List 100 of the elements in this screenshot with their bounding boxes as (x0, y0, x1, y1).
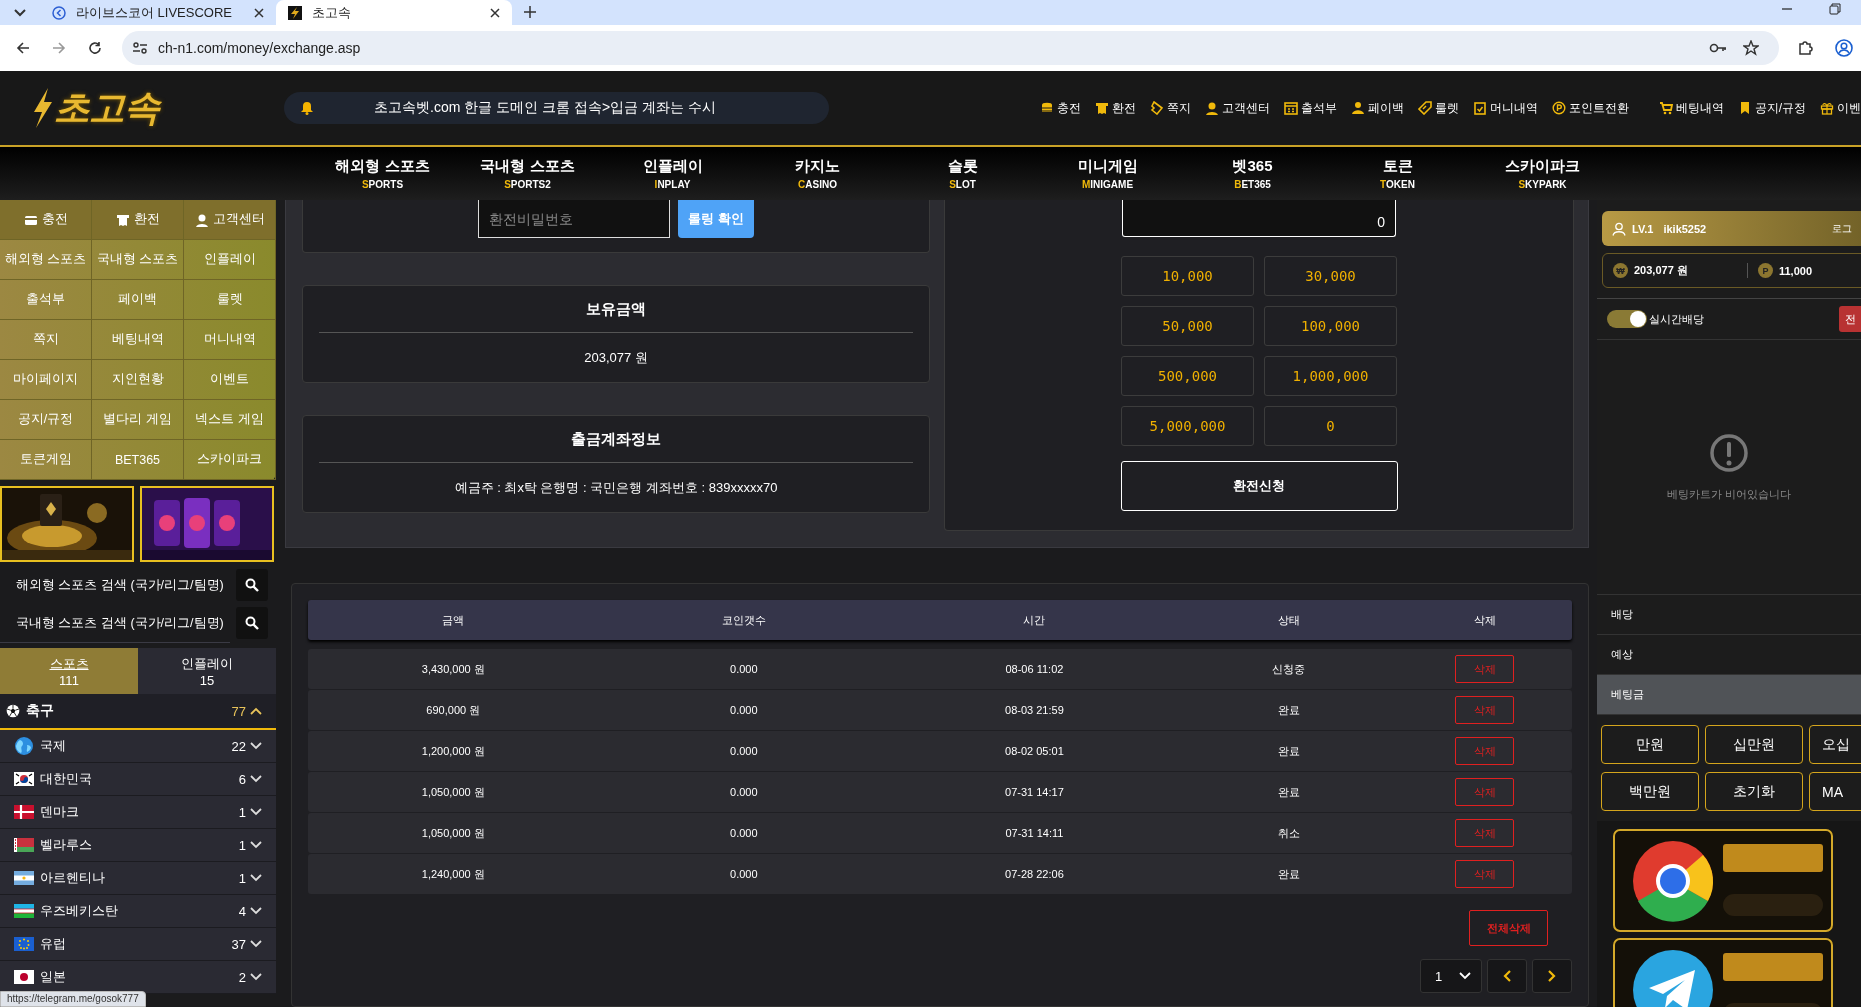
stake-button[interactable]: 백만원 (1601, 772, 1699, 811)
address-bar[interactable]: ch-n1.com/money/exchange.asp (122, 31, 1779, 65)
header-link[interactable]: 머니내역 (1472, 99, 1538, 117)
stake-button[interactable]: 십만원 (1705, 725, 1803, 764)
menu-button[interactable]: 지인현황 (92, 360, 184, 400)
page-select[interactable]: 1 (1420, 959, 1482, 993)
search-field[interactable]: 국내형 스포츠 검색 (국가/리그/팀명) (0, 603, 230, 643)
star-icon[interactable] (1743, 40, 1759, 56)
stake-button[interactable]: 오십 (1809, 725, 1861, 764)
amount-button[interactable]: 1,000,000 (1264, 356, 1397, 396)
league-item[interactable]: 일본 2 (0, 961, 276, 994)
header-link[interactable]: 고객센터 (1204, 99, 1270, 117)
header-link[interactable]: 이벤 (1820, 99, 1861, 117)
profile-icon[interactable] (1835, 39, 1853, 57)
next-page-button[interactable] (1532, 959, 1572, 993)
league-item[interactable]: 국제 22 (0, 730, 276, 763)
nav-item[interactable]: 벳365 BET365 (1180, 157, 1325, 190)
close-icon[interactable] (254, 7, 264, 18)
menu-button[interactable]: 국내형 스포츠 (92, 240, 184, 280)
exchange-request-button[interactable]: 환전신청 (1120, 461, 1398, 511)
header-link[interactable]: 환전 (1094, 99, 1136, 117)
header-link[interactable]: 페이백 (1350, 99, 1404, 117)
nav-item[interactable]: 슬롯 SLOT (890, 157, 1035, 190)
nav-item[interactable]: 인플레이 INPLAY (600, 157, 745, 190)
new-tab-icon[interactable] (524, 6, 536, 18)
logo[interactable]: 초고속 (32, 83, 232, 133)
menu-button[interactable]: 마이페이지 (0, 360, 92, 400)
menu-button[interactable]: 별다리 게임 (92, 400, 184, 440)
header-link[interactable]: 포인트전환 (1551, 99, 1629, 117)
menu-button[interactable]: 쪽지 (0, 320, 92, 360)
amount-button[interactable]: 50,000 (1121, 306, 1254, 346)
header-link[interactable]: 쪽지 (1149, 99, 1191, 117)
sports-tab[interactable]: 스포츠 111 (0, 648, 138, 694)
table-cell-text: 취소 (1276, 825, 1301, 841)
nav-item[interactable]: 해외형 스포츠 SPORTS (310, 157, 455, 190)
key-icon[interactable] (1709, 42, 1727, 54)
stake-button[interactable]: 만원 (1601, 725, 1699, 764)
soccer-ball-icon (6, 704, 20, 718)
amount-button[interactable]: 100,000 (1264, 306, 1397, 346)
browser-tab[interactable]: 라이브스코어 LIVESCORE (40, 0, 276, 25)
amount-button[interactable]: 5,000,000 (1121, 406, 1254, 446)
previous-page-button[interactable] (1487, 959, 1527, 993)
back-icon[interactable] (16, 41, 30, 55)
close-icon[interactable] (490, 7, 500, 18)
nav-item[interactable]: 국내형 스포츠 SPORTS2 (455, 157, 600, 190)
password-field[interactable]: 환전비밀번호 (478, 200, 671, 238)
toggle-switch[interactable] (1607, 310, 1647, 328)
dropdown-icon[interactable] (14, 9, 26, 17)
amount-button[interactable]: 0 (1264, 406, 1397, 446)
sports-tab[interactable]: 인플레이 15 (138, 648, 276, 694)
menu-button[interactable]: 베팅내역 (92, 320, 184, 360)
header-link[interactable]: 공지/규정 (1737, 99, 1806, 117)
menu-button[interactable]: 해외형 스포츠 (0, 240, 92, 280)
header-link[interactable]: 베팅내역 (1658, 99, 1724, 117)
menu-button[interactable]: 이벤트 (184, 360, 276, 400)
amount-button[interactable]: 30,000 (1264, 256, 1397, 296)
nav-item[interactable]: 미니게임 MINIGAME (1035, 157, 1180, 190)
sport-header[interactable]: 축구 77 (0, 694, 276, 730)
league-item[interactable]: 덴마크 1 (0, 796, 276, 829)
league-item[interactable]: 벨라루스 1 (0, 829, 276, 862)
nav-item[interactable]: 스카이파크 SKYPARK (1470, 157, 1615, 190)
delete-all-button[interactable]: 전체삭제 (1469, 910, 1548, 946)
browser-tab[interactable]: 초고속 (276, 0, 512, 25)
nav-item[interactable]: 토큰 TOKEN (1325, 157, 1470, 190)
nav-item[interactable]: 카지노 CASINO (745, 157, 890, 190)
header-link[interactable]: 룰렛 (1417, 99, 1459, 117)
stake-button[interactable]: 초기화 (1705, 772, 1803, 811)
table-cell-text: 0.000 (729, 786, 759, 798)
menu-button[interactable]: 환전 (92, 200, 184, 240)
league-item[interactable]: 대한민국 6 (0, 763, 276, 796)
menu-button[interactable]: 충전 (0, 200, 92, 240)
site-settings-icon[interactable] (132, 41, 148, 55)
forward-icon[interactable] (52, 41, 66, 55)
menu-button[interactable]: 넥스트 게임 (184, 400, 276, 440)
logout-link[interactable]: 로그 (1832, 221, 1852, 236)
reload-icon[interactable] (88, 41, 102, 55)
amount-field[interactable]: 0 (1122, 200, 1396, 237)
menu-button[interactable]: 룰렛 (184, 280, 276, 320)
league-item[interactable]: 아르헨티나 1 (0, 862, 276, 895)
count-text: 22 (231, 738, 246, 754)
header-link[interactable]: 출석부 (1283, 99, 1337, 117)
user-icon (1612, 221, 1626, 236)
menu-button[interactable]: 인플레이 (184, 240, 276, 280)
restore-icon[interactable] (1829, 3, 1841, 15)
menu-button[interactable]: 고객센터 (184, 200, 276, 240)
search-button[interactable] (236, 607, 268, 639)
extensions-icon[interactable] (1797, 40, 1813, 56)
stake-button[interactable]: MA (1809, 772, 1861, 811)
menu-button[interactable]: 머니내역 (184, 320, 276, 360)
header-link[interactable]: 충전 (1039, 99, 1081, 117)
league-item[interactable]: 우즈베키스탄 4 (0, 895, 276, 928)
clear-button[interactable]: 전 (1839, 306, 1861, 332)
menu-button[interactable]: 공지/규정 (0, 400, 92, 440)
search-button[interactable] (236, 569, 268, 601)
amount-button[interactable]: 500,000 (1121, 356, 1254, 396)
menu-button[interactable]: 페이백 (92, 280, 184, 320)
amount-button[interactable]: 10,000 (1121, 256, 1254, 296)
menu-button[interactable]: 출석부 (0, 280, 92, 320)
league-item[interactable]: 유럽 37 (0, 928, 276, 961)
table-cell-text: 완료 (1276, 702, 1301, 718)
